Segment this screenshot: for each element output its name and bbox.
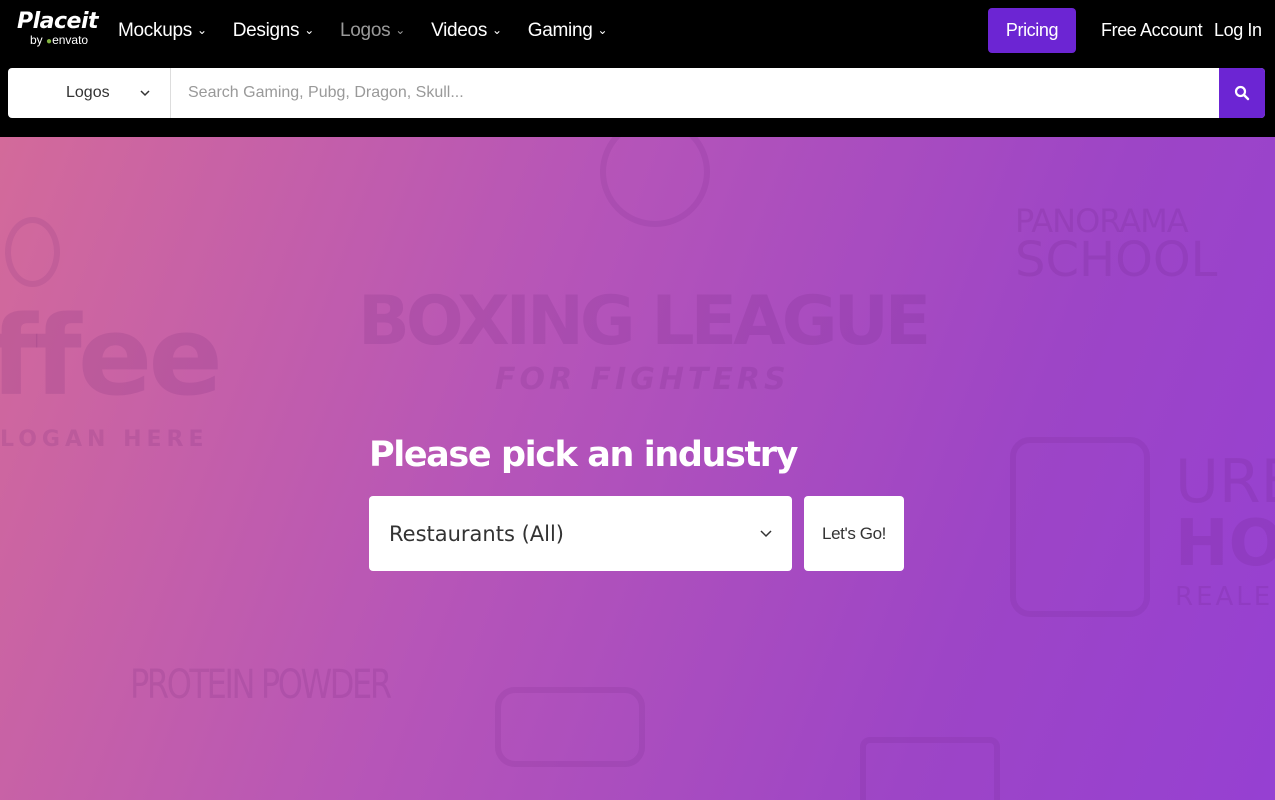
chevron-down-icon <box>140 89 150 96</box>
ghost-text-reale: REALE <box>1175 582 1274 612</box>
chevron-down-icon <box>760 529 772 537</box>
chevron-down-icon: ⌄ <box>395 23 406 37</box>
ghost-text-protein: PROTEIN POWDER <box>130 662 392 708</box>
chevron-down-icon: ⌄ <box>597 23 608 37</box>
ghost-text-boxing: BOXING LEAGUE <box>358 282 931 361</box>
industry-select[interactable]: Restaurants (All) <box>369 496 792 571</box>
hero-section: BOXING LEAGUE FOR FIGHTERS ffee LOGAN HE… <box>0 137 1275 800</box>
nav-logos[interactable]: Logos ⌄ <box>340 20 405 42</box>
search-input[interactable] <box>171 68 1219 118</box>
placeit-logo[interactable]: Placeit by ●envato <box>17 9 99 48</box>
search-category-select[interactable]: Logos <box>8 68 171 118</box>
search-bar: Logos <box>8 68 1265 118</box>
nav-designs[interactable]: Designs ⌄ <box>233 20 315 42</box>
chevron-down-icon: ⌄ <box>304 23 315 37</box>
free-account-link[interactable]: Free Account <box>1101 20 1203 41</box>
ghost-text-coffee: ffee <box>0 292 223 420</box>
nav-mockups[interactable]: Mockups ⌄ <box>118 20 207 42</box>
lets-go-button[interactable]: Let's Go! <box>804 496 904 571</box>
search-strip: Logos <box>0 62 1275 137</box>
ghost-hex-shape <box>860 737 1000 800</box>
ghost-text-school: SCHOOL <box>1015 232 1218 288</box>
top-navbar: Placeit by ●envato Mockups ⌄ Designs ⌄ Log… <box>0 0 1275 62</box>
pricing-button[interactable]: Pricing <box>988 8 1076 53</box>
login-link[interactable]: Log In <box>1214 20 1262 41</box>
search-icon <box>1234 85 1250 101</box>
logo-byline: by ●envato <box>30 33 89 47</box>
search-button[interactable] <box>1219 68 1265 118</box>
ghost-text-slogan: LOGAN HERE <box>0 427 209 452</box>
chevron-down-icon: ⌄ <box>196 23 207 37</box>
ghost-text-fighters: FOR FIGHTERS <box>495 362 790 397</box>
nav-videos[interactable]: Videos ⌄ <box>431 20 502 42</box>
nav-gaming[interactable]: Gaming ⌄ <box>528 20 608 42</box>
ghost-text-ho: HO <box>1175 507 1275 581</box>
search-category-label: Logos <box>66 84 110 101</box>
chevron-down-icon: ⌄ <box>492 23 502 37</box>
main-nav: Mockups ⌄ Designs ⌄ Logos ⌄ Videos ⌄ Gaming ⌄ <box>118 20 608 42</box>
ghost-badge-shape <box>600 137 710 227</box>
logo-wordmark: Placeit <box>17 9 99 34</box>
ghost-house-shape <box>1010 437 1150 617</box>
page-title: Please pick an industry <box>369 435 798 475</box>
industry-selected-value: Restaurants (All) <box>389 521 565 546</box>
ghost-circle-shape <box>5 217 60 287</box>
ghost-bag-shape <box>495 687 645 767</box>
